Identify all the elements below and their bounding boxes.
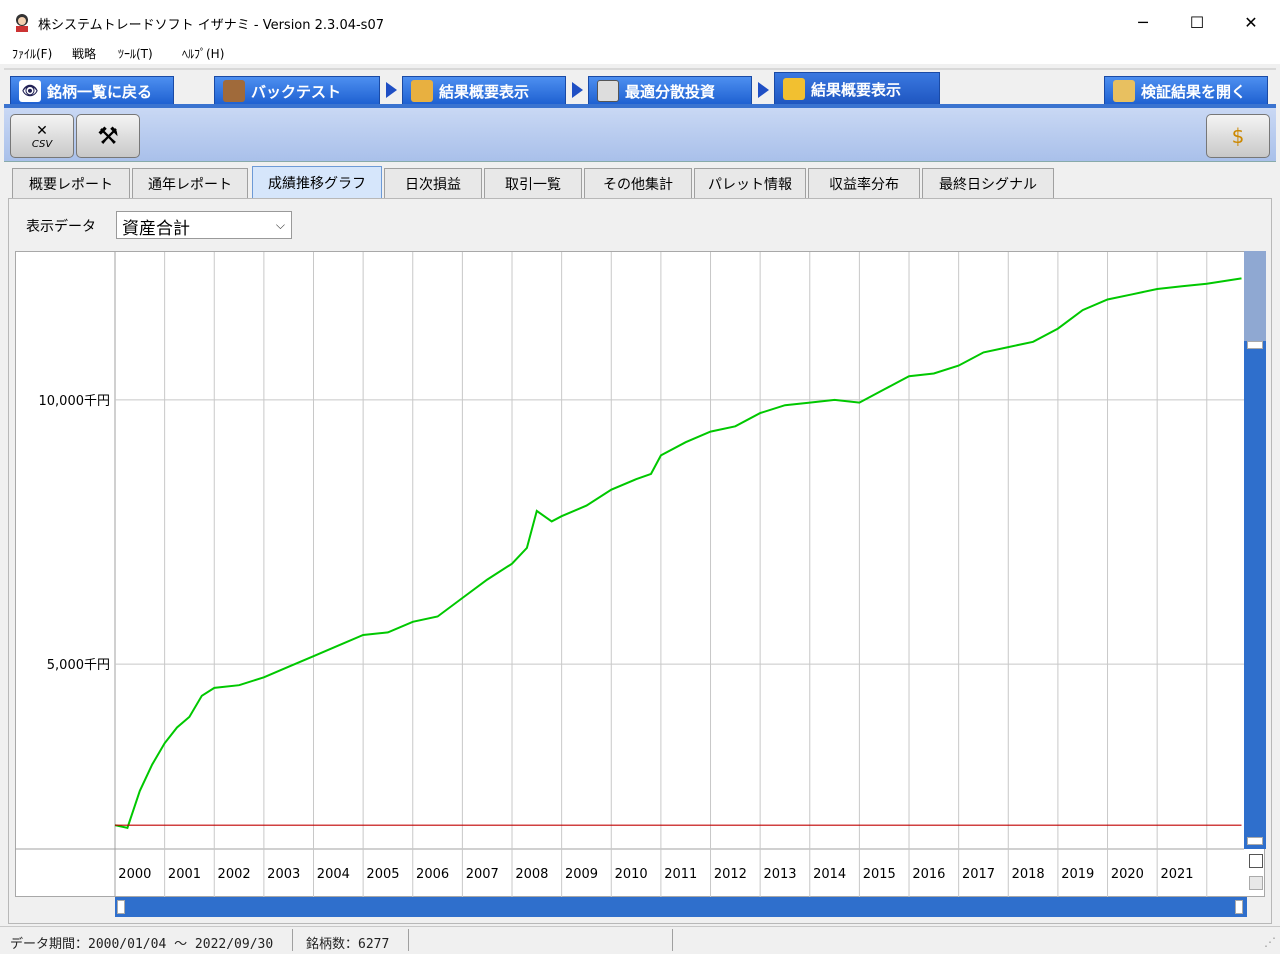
horizontal-scrollbar[interactable] bbox=[115, 897, 1247, 917]
asset-total-line bbox=[114, 277, 1242, 830]
y-tick-label: 10,000千円 bbox=[39, 394, 111, 409]
x-tick-label: 2015 bbox=[863, 867, 896, 882]
x-tick-label: 2001 bbox=[168, 867, 201, 882]
vertical-scrollbar[interactable] bbox=[1244, 251, 1266, 849]
x-tick-label: 2007 bbox=[466, 867, 499, 882]
checkbox[interactable] bbox=[1249, 854, 1263, 868]
data-period: データ期間：2000/01/04 ～ 2022/09/30 bbox=[10, 937, 274, 952]
x-tick-label: 2009 bbox=[565, 867, 598, 882]
scroll-handle[interactable] bbox=[1247, 341, 1263, 349]
x-tick-label: 2019 bbox=[1061, 867, 1094, 882]
x-tick-label: 2002 bbox=[218, 867, 251, 882]
scroll-handle[interactable] bbox=[1247, 837, 1263, 845]
x-tick-label: 2017 bbox=[962, 867, 995, 882]
status-separator bbox=[292, 929, 293, 951]
x-tick-label: 2006 bbox=[416, 867, 449, 882]
x-tick-label: 2003 bbox=[267, 867, 300, 882]
x-tick-label: 2014 bbox=[813, 867, 846, 882]
x-tick-label: 2010 bbox=[615, 867, 648, 882]
x-tick-label: 2020 bbox=[1111, 867, 1144, 882]
x-tick-label: 2004 bbox=[317, 867, 350, 882]
symbol-count: 銘柄数：6277 bbox=[306, 937, 390, 952]
scroll-handle[interactable] bbox=[1235, 900, 1243, 914]
resize-grip-icon[interactable]: ⋰ bbox=[1264, 935, 1276, 949]
y-tick-label: 5,000千円 bbox=[47, 658, 110, 673]
x-tick-label: 2000 bbox=[118, 867, 151, 882]
x-tick-label: 2013 bbox=[763, 867, 796, 882]
performance-chart: 2000 2001 2002 2003 2004 2005 2006 2007 2008 2009… bbox=[15, 252, 1244, 897]
scroll-thumb-top[interactable] bbox=[1244, 251, 1266, 341]
x-tick-label: 2011 bbox=[664, 867, 697, 882]
x-tick-label: 2016 bbox=[912, 867, 945, 882]
status-bar: データ期間：2000/01/04 ～ 2022/09/30 銘柄数：6277 ⋰ bbox=[0, 926, 1280, 954]
x-tick-label: 2005 bbox=[366, 867, 399, 882]
status-separator bbox=[408, 929, 409, 951]
scroll-handle[interactable] bbox=[117, 900, 125, 914]
x-tick-label: 2018 bbox=[1012, 867, 1045, 882]
x-tick-label: 2012 bbox=[714, 867, 747, 882]
checkbox[interactable] bbox=[1249, 876, 1263, 890]
status-separator bbox=[672, 929, 673, 951]
x-tick-label: 2021 bbox=[1160, 867, 1193, 882]
x-tick-label: 2008 bbox=[515, 867, 548, 882]
